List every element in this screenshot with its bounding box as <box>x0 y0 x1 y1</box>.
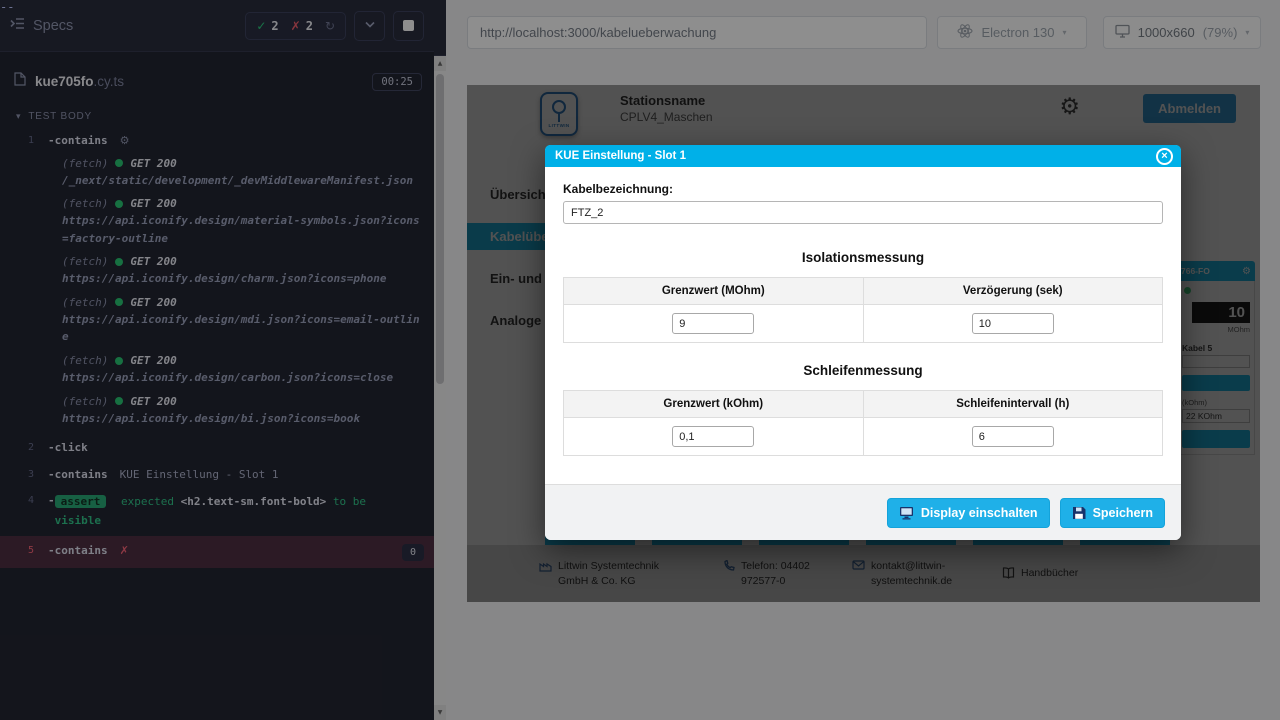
test-stats: ✓ 2 ✗ 2 ↻ -- <box>245 12 346 40</box>
table-row <box>564 418 1163 456</box>
modal-title: KUE Einstellung - Slot 1 <box>555 150 686 162</box>
reporter-header: Specs ✓ 2 ✗ 2 ↻ -- <box>0 0 434 52</box>
loop-intervall-header: Schleifenintervall (h) <box>863 391 1163 418</box>
save-button[interactable]: Speichern <box>1060 498 1165 528</box>
modal-body: Kabelbezeichnung: Isolationsmessung Gren… <box>545 167 1181 456</box>
floppy-icon <box>1072 506 1086 520</box>
isolation-table: Grenzwert (MOhm) Verzögerung (sek) <box>563 277 1163 343</box>
stat-pending: ↻ -- <box>325 19 335 33</box>
loop-section-title: Schleifenmessung <box>563 363 1163 378</box>
cypress-reporter: Specs ✓ 2 ✗ 2 ↻ -- <box>0 0 434 720</box>
app-under-test: LITTWIN Stationsname CPLV4_Maschen ⚙ Abm… <box>467 85 1260 602</box>
loop-table: Grenzwert (kOhm) Schleifenintervall (h) <box>563 390 1163 456</box>
isolation-section-title: Isolationsmessung <box>563 250 1163 265</box>
iso-grenzwert-input[interactable] <box>672 313 754 334</box>
display-on-button[interactable]: Display einschalten <box>887 498 1050 528</box>
iso-verzoegerung-input[interactable] <box>972 313 1054 334</box>
iso-verzoegerung-header: Verzögerung (sek) <box>863 278 1163 305</box>
loop-grenzwert-input[interactable] <box>672 426 754 447</box>
kabel-label: Kabelbezeichnung: <box>563 182 1163 196</box>
iso-grenzwert-header: Grenzwert (MOhm) <box>564 278 864 305</box>
modal-header: KUE Einstellung - Slot 1 × <box>545 145 1181 167</box>
display-icon <box>899 506 914 520</box>
modal-footer: Display einschalten Speichern <box>545 484 1181 540</box>
kabel-name-input[interactable] <box>563 201 1163 224</box>
close-icon[interactable]: × <box>1156 148 1173 165</box>
loop-intervall-input[interactable] <box>972 426 1054 447</box>
kue-settings-modal: KUE Einstellung - Slot 1 × Kabelbezeichn… <box>545 145 1181 540</box>
loop-grenzwert-header: Grenzwert (kOhm) <box>564 391 864 418</box>
table-row <box>564 305 1163 343</box>
